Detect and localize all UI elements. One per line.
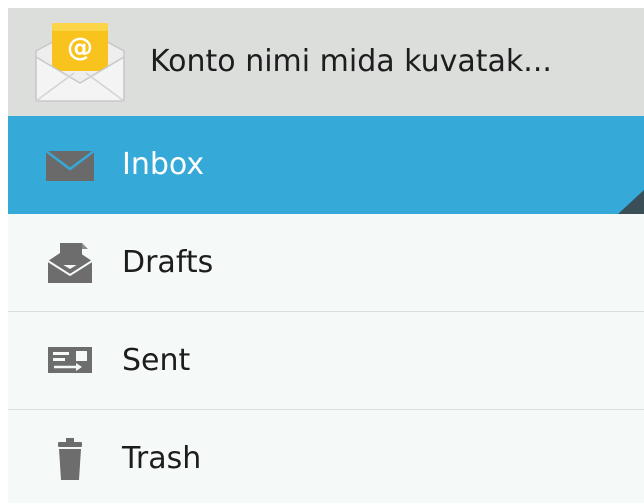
nav-item-drafts[interactable]: Drafts	[8, 214, 644, 312]
account-name: Konto nimi mida kuvatak...	[150, 44, 552, 79]
selection-corner	[618, 190, 644, 214]
drafts-icon	[47, 243, 93, 283]
nav-item-trash[interactable]: Trash	[8, 410, 644, 503]
nav-item-sent[interactable]: Sent	[8, 312, 644, 410]
navigation-drawer: @ Konto nimi mida kuvatak... Inbox Draft…	[8, 8, 644, 503]
nav-item-label: Trash	[122, 441, 202, 476]
nav-item-label: Drafts	[122, 245, 214, 280]
sent-icon	[48, 347, 92, 373]
nav-item-inbox[interactable]: Inbox	[8, 116, 644, 214]
folder-list: Inbox Drafts Sent Trash	[8, 116, 644, 503]
account-header[interactable]: @ Konto nimi mida kuvatak...	[8, 8, 644, 116]
trash-icon	[58, 438, 82, 480]
envelope-icon	[45, 150, 95, 181]
nav-item-label: Inbox	[122, 147, 205, 182]
at-badge: @	[67, 33, 93, 63]
nav-item-label: Sent	[122, 343, 191, 378]
email-envelope-icon: @	[35, 23, 125, 102]
